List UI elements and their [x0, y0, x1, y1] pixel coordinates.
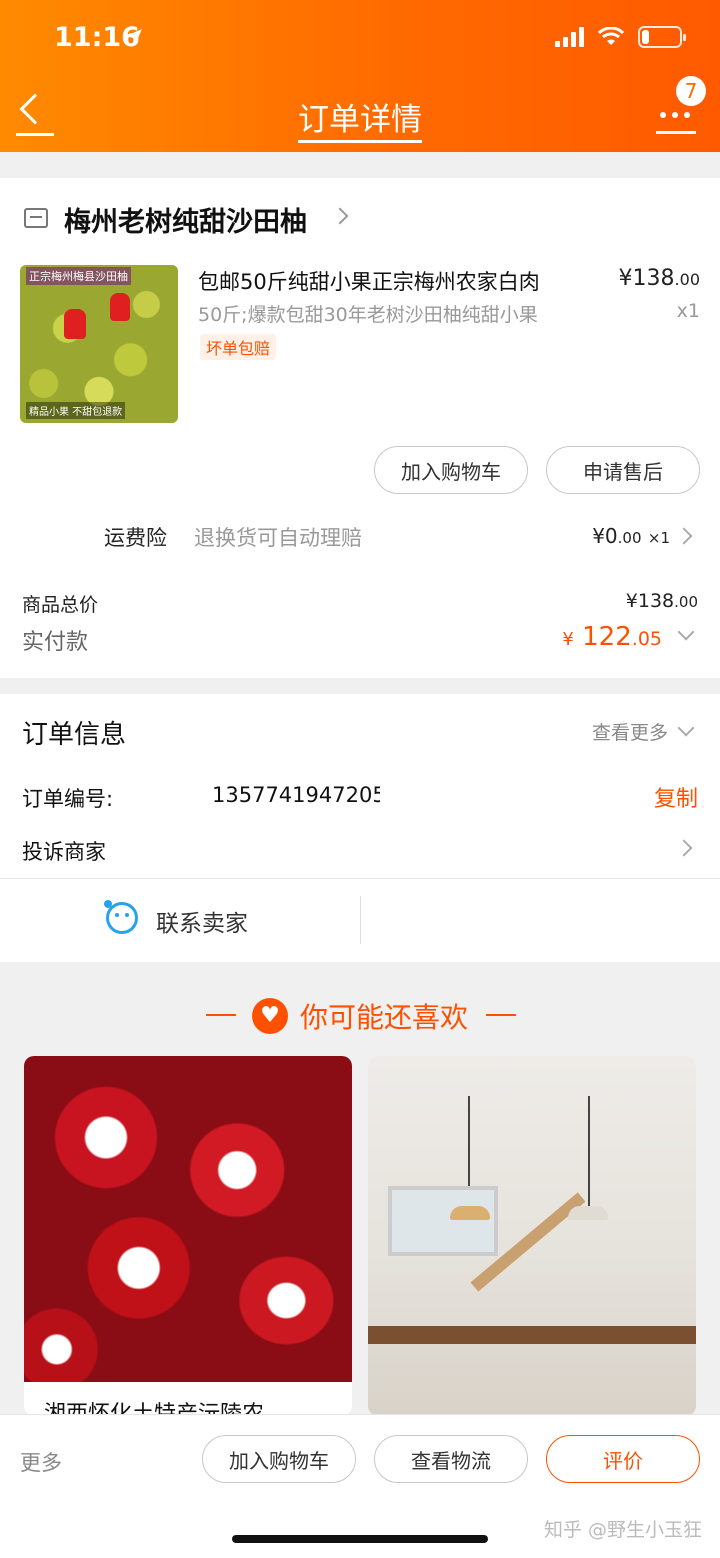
complain-seller-link[interactable]: 投诉商家 — [22, 836, 106, 866]
goods-total-value: ¥138.00 — [625, 590, 698, 612]
shipping-insurance-desc: 退换货可自动理赔 — [194, 526, 362, 550]
battery-icon — [638, 26, 686, 48]
paid-amount-value[interactable]: ¥ 122.05 — [562, 622, 662, 652]
more-menu-button[interactable]: 7 — [656, 76, 706, 136]
product-price: ¥138.00 — [618, 266, 700, 291]
status-icons — [555, 26, 686, 48]
order-info-title: 订单信息 — [22, 720, 127, 750]
more-dots-icon — [660, 112, 690, 118]
app-header: 11:16 订单详情 7 — [0, 0, 720, 152]
order-number-label: 订单编号: — [22, 787, 114, 811]
recommend-title: 你可能还喜欢 — [299, 1001, 468, 1034]
contact-seller-button[interactable]: 联系卖家 — [156, 904, 248, 938]
product-image[interactable]: 正宗梅州梅县沙田柚 精品小果 不甜包退款 — [20, 265, 178, 423]
after-sale-button[interactable]: 申请售后 — [546, 446, 700, 494]
product-quantity: x1 — [676, 300, 700, 322]
page-title: 订单详情 — [0, 94, 720, 143]
watermark: 知乎 @野生小玉狂 — [543, 1519, 702, 1541]
shipping-insurance-price[interactable]: ¥0.00 ×1 — [592, 524, 670, 548]
paid-amount-label: 实付款 — [22, 630, 89, 655]
add-to-cart-button-bottom[interactable]: 加入购物车 — [202, 1435, 356, 1483]
view-logistics-button[interactable]: 查看物流 — [374, 1435, 528, 1483]
recommend-item-image — [368, 1056, 696, 1416]
product-title[interactable]: 包邮50斤纯甜小果正宗梅州农家白肉 — [198, 266, 598, 296]
more-button[interactable]: 更多 — [20, 1447, 62, 1477]
recommend-item-title: 湘西怀化土特产沅陵农 — [44, 1402, 265, 1416]
bottom-action-bar: 更多 加入购物车 查看物流 评价 知乎 @野生小玉狂 — [0, 1414, 720, 1558]
guarantee-tag: 坏单包赔 — [200, 334, 277, 360]
order-number-value: 13577419472055 — [212, 783, 380, 807]
shipping-insurance-label: 运费险 — [104, 526, 167, 550]
evaluate-button[interactable]: 评价 — [546, 1435, 700, 1483]
recommend-item[interactable]: 湘西怀化土特产沅陵农 — [24, 1056, 352, 1416]
chat-face-icon — [104, 900, 138, 934]
signal-icon — [555, 27, 584, 47]
divider — [360, 896, 361, 944]
recommend-item[interactable] — [368, 1056, 696, 1416]
goods-total-label: 商品总价 — [22, 594, 99, 616]
recommend-item-image — [24, 1056, 352, 1382]
shop-name[interactable]: 梅州老树纯甜沙田柚 — [64, 200, 307, 239]
shop-icon — [24, 208, 48, 228]
message-badge: 7 — [676, 76, 706, 106]
product-image-caption-top: 正宗梅州梅县沙田柚 — [26, 267, 131, 285]
wifi-icon — [598, 27, 624, 45]
order-goods-card — [0, 178, 720, 678]
decor-line — [486, 1014, 516, 1016]
home-indicator[interactable] — [232, 1535, 488, 1543]
location-arrow-icon — [126, 29, 142, 45]
product-image-caption-bottom: 精品小果 不甜包退款 — [26, 402, 126, 419]
view-more-link[interactable]: 查看更多 — [592, 718, 668, 745]
divider — [0, 878, 720, 879]
product-sku: 50斤;爆款包甜30年老树沙田柚纯甜小果 — [198, 304, 538, 326]
add-to-cart-button[interactable]: 加入购物车 — [374, 446, 528, 494]
copy-order-number-button[interactable]: 复制 — [654, 781, 698, 813]
